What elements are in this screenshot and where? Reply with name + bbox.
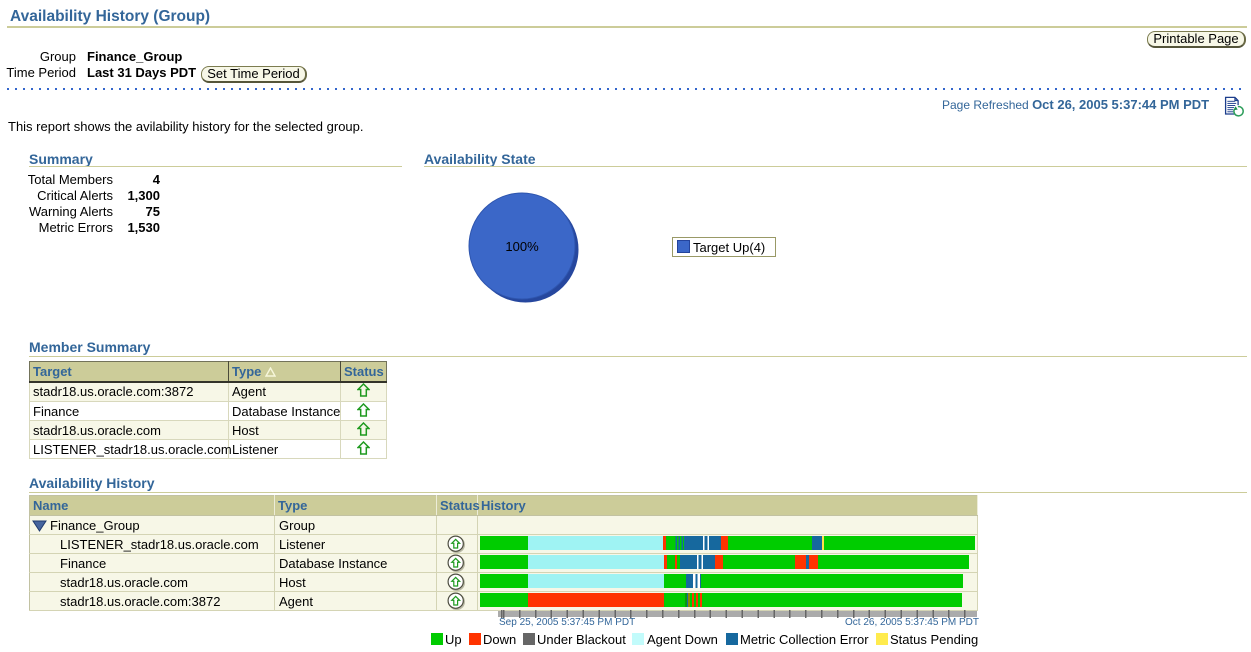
svg-text:100%: 100% [505, 239, 539, 254]
